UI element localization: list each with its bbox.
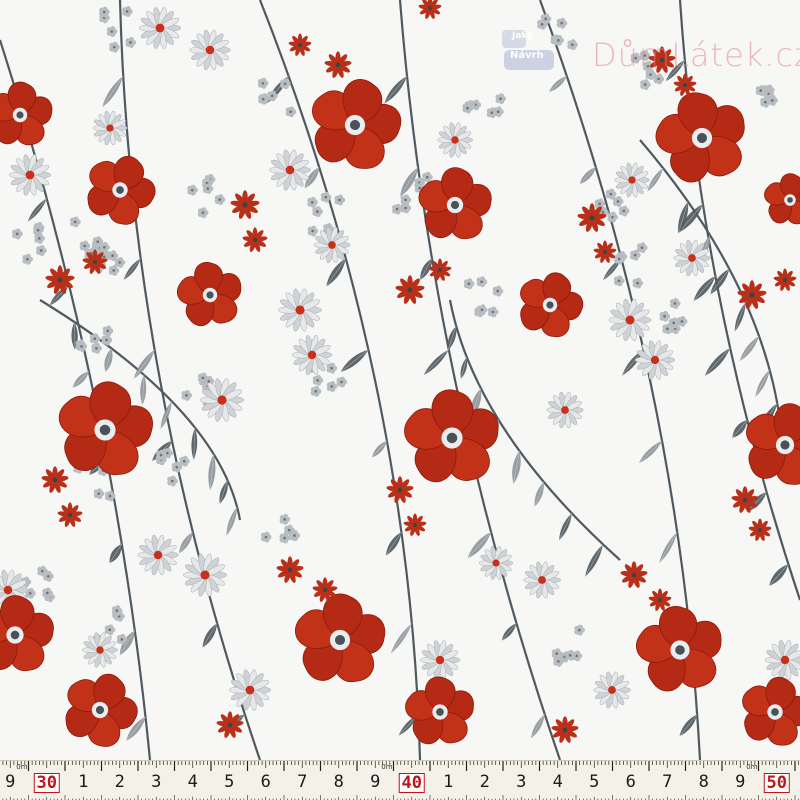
- ruler-major-label: 40: [398, 773, 425, 793]
- ruler-label: 4: [552, 772, 563, 792]
- ruler-label: 3: [151, 772, 162, 792]
- ruler-label: 8: [698, 772, 709, 792]
- floral-fabric-pattern: [0, 0, 800, 760]
- watermark-domain: DůmLátek.cz: [592, 36, 800, 74]
- ruler-label: 6: [260, 772, 271, 792]
- ruler-label: 1: [78, 772, 89, 792]
- measuring-tape: 9 0m 30 1 2 3 4 5 6 7 8 9 0m 40 1 2 3 4 5 6 7 8 9 0m 50: [0, 760, 800, 800]
- ruler-label: 1: [443, 772, 454, 792]
- ruler-label: 7: [297, 772, 308, 792]
- ruler-unit-label: 0m: [16, 763, 28, 771]
- ruler-major-label: 50: [763, 773, 790, 793]
- ruler-label: 5: [589, 772, 600, 792]
- ruler-label: 9: [5, 772, 16, 792]
- watermark-logo-line2: Návrh: [510, 50, 544, 61]
- ruler-label: 2: [114, 772, 125, 792]
- ruler-label: 3: [516, 772, 527, 792]
- ruler-label: 9: [735, 772, 746, 792]
- ruler-major-label: 30: [33, 773, 60, 793]
- watermark-logo-line1: Jaký: [512, 31, 534, 41]
- ruler-label: 9: [370, 772, 381, 792]
- watermark: Jaký Návrh DůmLátek.cz: [500, 20, 800, 90]
- ruler-label: 2: [479, 772, 490, 792]
- ruler-unit-label: 0m: [746, 763, 758, 771]
- ruler-label: 7: [662, 772, 673, 792]
- ruler-label: 6: [625, 772, 636, 792]
- ruler-label: 4: [187, 772, 198, 792]
- fabric-photo: Jaký Návrh DůmLátek.cz 9 0m 30 1 2 3 4 5 6 7 8 9 0m 4…: [0, 0, 800, 800]
- ruler-label: 8: [333, 772, 344, 792]
- ruler-label: 5: [224, 772, 235, 792]
- ruler-unit-label: 0m: [381, 763, 393, 771]
